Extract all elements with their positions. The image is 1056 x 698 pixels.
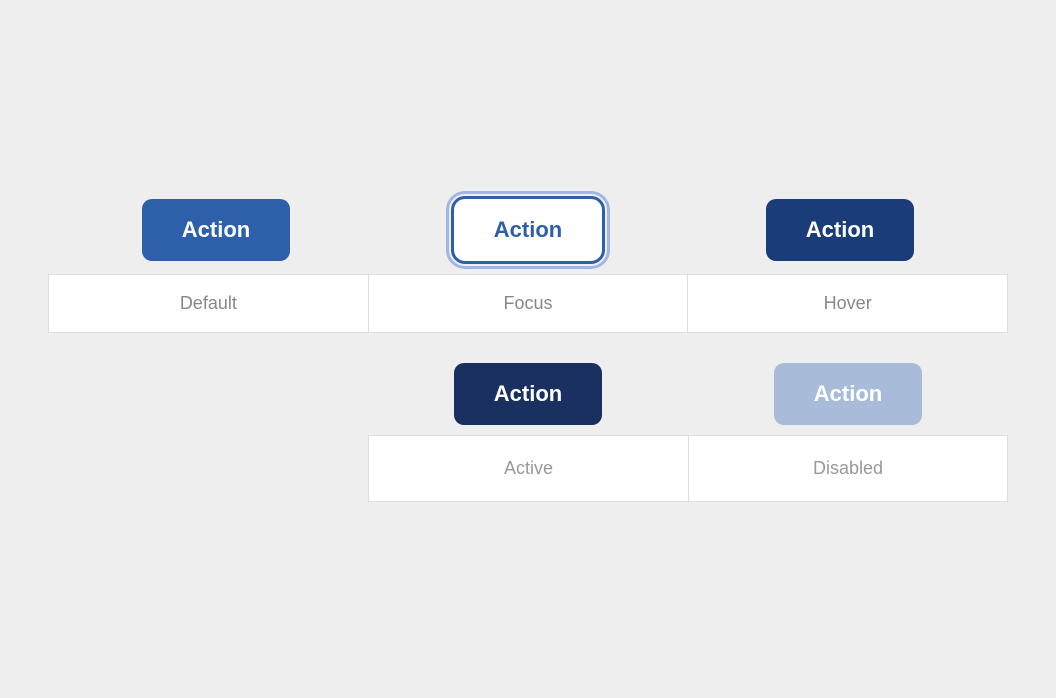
hover-button-cell: Action xyxy=(684,196,996,264)
top-button-row: Action Action Action xyxy=(0,196,1056,264)
focus-button-cell: Action xyxy=(372,196,684,264)
disabled-button: Action xyxy=(774,363,922,425)
active-button[interactable]: Action xyxy=(454,363,602,425)
focus-button[interactable]: Action xyxy=(451,196,605,264)
focus-label: Focus xyxy=(368,274,688,333)
spacer-label xyxy=(48,435,368,502)
top-label-row: Default Focus Hover xyxy=(48,274,1008,333)
bottom-button-row: Action Action xyxy=(48,363,1008,425)
spacer-col-1 xyxy=(48,363,368,425)
bottom-label-row: Active Disabled xyxy=(48,435,1008,502)
main-container: Action Action Action Default Focus Hover… xyxy=(0,0,1056,698)
active-button-cell: Action xyxy=(368,363,688,425)
hover-label: Hover xyxy=(687,274,1008,333)
hover-button[interactable]: Action xyxy=(766,199,914,261)
default-label: Default xyxy=(48,274,368,333)
default-button-cell: Action xyxy=(60,196,372,264)
default-button[interactable]: Action xyxy=(142,199,290,261)
disabled-label: Disabled xyxy=(688,435,1008,502)
disabled-button-cell: Action xyxy=(688,363,1008,425)
active-label: Active xyxy=(368,435,688,502)
